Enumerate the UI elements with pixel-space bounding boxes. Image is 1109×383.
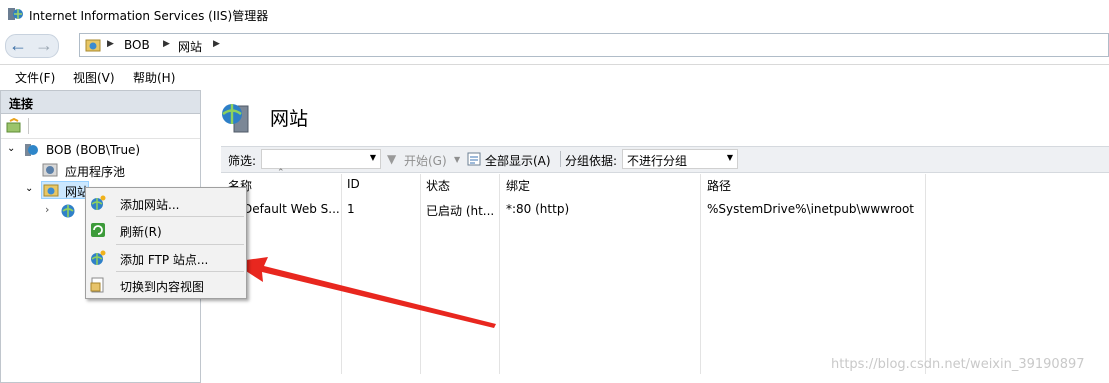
group-by-label: 分组依据: — [565, 154, 618, 168]
cell-id[interactable]: 1 — [347, 202, 355, 216]
menu-item-label: 添加 FTP 站点... — [120, 253, 209, 267]
menu-bar: 文件(F) 视图(V) 帮助(H) — [0, 64, 1109, 89]
column-binding[interactable]: 绑定 *:80 (http) — [500, 174, 701, 374]
column-status[interactable]: 状态 已启动 (ht... — [421, 174, 500, 374]
menu-item-add-ftp-site[interactable]: 添加 FTP 站点... — [86, 245, 246, 271]
cell-name[interactable]: Default Web S... — [243, 202, 340, 216]
main-pane: 网站 筛选: ▼ ▼ 开始(G) ▼ 全部显示(A) 分组依据: 不进行分组 ▼… — [206, 90, 1109, 383]
chevron-down-icon[interactable]: ▼ — [454, 155, 460, 164]
filter-toolbar: 筛选: ▼ ▼ 开始(G) ▼ 全部显示(A) 分组依据: 不进行分组 ▼ — [221, 146, 1109, 173]
sites-grid: 名称 ⌃ Default Web S... ID 1 状态 已启动 (ht...… — [221, 168, 1109, 374]
show-all-icon[interactable] — [466, 151, 482, 167]
forward-arrow-icon[interactable]: → — [32, 34, 56, 56]
title-bar: Internet Information Services (IIS)管理器 — [0, 0, 1109, 30]
tree-app-pools-label: 应用程序池 — [65, 165, 126, 179]
refresh-icon — [91, 223, 105, 237]
cell-binding[interactable]: *:80 (http) — [506, 202, 569, 216]
address-bar: ← → ▶ BOB ▶ 网站 ▶ — [0, 30, 1109, 61]
page-title: 网站 — [270, 108, 309, 130]
content-view-icon — [90, 277, 104, 293]
app-pool-icon — [42, 163, 58, 177]
show-all-button[interactable]: 全部显示(A) — [485, 152, 551, 169]
start-button[interactable]: 开始(G) — [404, 152, 447, 169]
server-icon — [25, 144, 38, 156]
group-by-value: 不进行分组 — [627, 154, 688, 168]
globe-add-icon — [91, 195, 106, 210]
funnel-icon[interactable]: ▼ — [387, 152, 396, 166]
menu-file[interactable]: 文件(F) — [15, 69, 55, 86]
iis-app-icon — [8, 8, 23, 20]
sites-folder-icon — [43, 184, 59, 197]
column-path[interactable]: 路径 %SystemDrive%\inetpub\wwwroot — [701, 174, 926, 374]
filter-label: 筛选: — [228, 154, 257, 168]
sort-ascending-icon: ⌃ — [277, 168, 285, 178]
expand-icon[interactable]: › — [45, 203, 49, 216]
menu-item-content-view[interactable]: 切换到内容视图 — [86, 272, 246, 298]
connections-toolbar — [1, 114, 200, 139]
chevron-right-icon: ▶ — [107, 39, 114, 49]
group-by-select[interactable]: 不进行分组 ▼ — [622, 149, 738, 169]
menu-item-label: 切换到内容视图 — [120, 280, 205, 294]
filter-input[interactable]: ▼ — [261, 149, 381, 169]
sites-header-icon — [222, 104, 249, 133]
chevron-right-icon: ▶ — [213, 39, 220, 49]
globe-icon — [61, 204, 75, 218]
menu-help[interactable]: 帮助(H) — [133, 69, 175, 86]
tree-server-label: BOB (BOB\True) — [46, 143, 141, 157]
connect-icon[interactable] — [6, 118, 22, 134]
watermark: https://blog.csdn.net/weixin_39190897 — [831, 357, 1085, 372]
connections-header: 连接 — [1, 91, 200, 114]
menu-item-label: 添加网站... — [120, 198, 180, 212]
chevron-down-icon[interactable]: ▼ — [370, 153, 376, 162]
context-menu: 添加网站... 刷新(R) 添加 FTP 站点... 切换到内容视图 — [85, 187, 247, 299]
cell-path[interactable]: %SystemDrive%\inetpub\wwwroot — [707, 202, 914, 216]
breadcrumb-server[interactable]: BOB — [124, 38, 150, 52]
menu-item-add-site[interactable]: 添加网站... — [86, 190, 246, 216]
column-header-path[interactable]: 路径 — [707, 177, 731, 194]
column-header-binding[interactable]: 绑定 — [506, 177, 530, 194]
menu-view[interactable]: 视图(V) — [73, 69, 115, 86]
chevron-down-icon[interactable]: ▼ — [727, 153, 733, 162]
breadcrumb[interactable]: ▶ BOB ▶ 网站 ▶ — [79, 33, 1109, 57]
back-arrow-icon[interactable]: ← — [6, 34, 30, 56]
globe-add-icon — [91, 250, 106, 265]
toolbar-divider — [28, 118, 29, 134]
menu-item-refresh[interactable]: 刷新(R) — [86, 217, 246, 243]
breadcrumb-sites[interactable]: 网站 — [178, 38, 202, 55]
chevron-right-icon: ▶ — [163, 39, 170, 49]
column-header-id[interactable]: ID — [347, 177, 360, 191]
column-header-status[interactable]: 状态 — [426, 177, 450, 194]
collapse-icon[interactable]: ⌄ — [7, 143, 15, 154]
collapse-icon[interactable]: ⌄ — [25, 183, 33, 194]
connections-title: 连接 — [9, 97, 34, 111]
sites-folder-icon — [85, 39, 101, 52]
menu-item-label: 刷新(R) — [120, 225, 162, 239]
toolbar-divider — [560, 151, 561, 167]
window-title: Internet Information Services (IIS)管理器 — [29, 9, 269, 23]
column-id[interactable]: ID 1 — [342, 174, 421, 374]
cell-status[interactable]: 已启动 (ht... — [426, 202, 494, 219]
